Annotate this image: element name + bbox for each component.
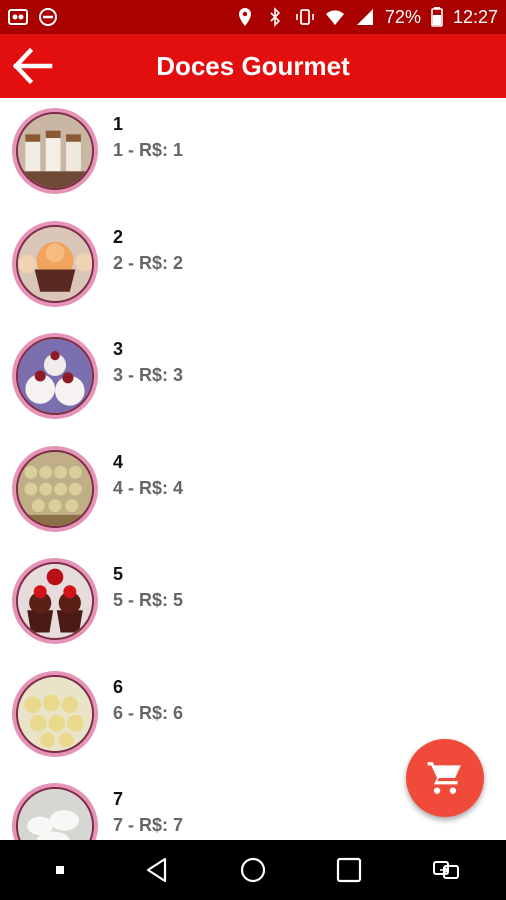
home-circle-icon — [240, 857, 266, 883]
product-price: 4 - R$: 4 — [113, 477, 184, 498]
product-price: 3 - R$: 3 — [113, 365, 184, 385]
product-thumbnail — [12, 108, 98, 194]
vibrate-icon — [295, 7, 315, 27]
cart-button[interactable] — [406, 739, 484, 817]
product-thumbnail — [12, 220, 98, 307]
list-item[interactable]: 5 5 - R$: 5 — [0, 548, 506, 661]
battery-level: 72% — [384, 6, 421, 27]
signal-icon — [355, 7, 375, 27]
dot-icon — [56, 866, 65, 874]
dot-button[interactable] — [36, 846, 84, 894]
product-thumbnail — [12, 333, 98, 419]
product-title: 6 — [113, 676, 124, 697]
recents-square-icon — [337, 857, 362, 883]
list-item[interactable]: 3 3 - R$: 3 — [0, 323, 506, 436]
product-thumbnail — [12, 558, 98, 644]
switch-app-icon — [432, 861, 459, 879]
product-price: 1 - R$: 1 — [113, 140, 184, 160]
product-title: 7 — [113, 789, 124, 809]
no-entry-icon — [38, 7, 58, 27]
product-thumbnail — [12, 670, 98, 757]
arrow-left-icon — [12, 47, 53, 85]
product-title: 1 — [113, 114, 124, 134]
product-price: 6 - R$: 6 — [113, 702, 184, 723]
product-price: 2 - R$: 2 — [113, 252, 184, 273]
product-price: 5 - R$: 5 — [113, 590, 184, 610]
list-item[interactable]: 4 4 - R$: 4 — [0, 436, 506, 549]
list-item[interactable]: 1 1 - R$: 1 — [0, 98, 506, 211]
back-triangle-icon — [146, 857, 166, 883]
home-button[interactable] — [229, 846, 277, 894]
product-list[interactable]: 1 1 - R$: 1 2 2 - R$: 2 3 3 - R$: 3 4 4 … — [0, 98, 506, 840]
battery-icon — [431, 7, 443, 27]
clock: 12:27 — [452, 6, 498, 27]
product-thumbnail — [12, 445, 98, 532]
location-icon — [235, 7, 255, 27]
back-nav-button[interactable] — [133, 846, 181, 894]
product-thumbnail — [12, 783, 98, 840]
status-bar: 72% 12:27 — [0, 0, 506, 34]
app-bar: Doces Gourmet — [0, 34, 506, 98]
product-title: 2 — [113, 226, 124, 247]
list-item[interactable]: 2 2 - R$: 2 — [0, 211, 506, 324]
recents-button[interactable] — [325, 846, 373, 894]
product-title: 5 — [113, 564, 124, 584]
voicemail-icon — [8, 7, 28, 27]
shopping-cart-icon — [427, 762, 461, 794]
navigation-bar — [0, 840, 506, 900]
bluetooth-icon — [265, 7, 285, 27]
wifi-icon — [325, 7, 345, 27]
switch-app-button[interactable] — [422, 846, 470, 894]
page-title: Doces Gourmet — [156, 50, 350, 81]
product-title: 4 — [113, 451, 124, 472]
back-button[interactable] — [0, 34, 64, 98]
product-title: 3 — [113, 339, 124, 359]
product-price: 7 - R$: 7 — [113, 815, 184, 835]
